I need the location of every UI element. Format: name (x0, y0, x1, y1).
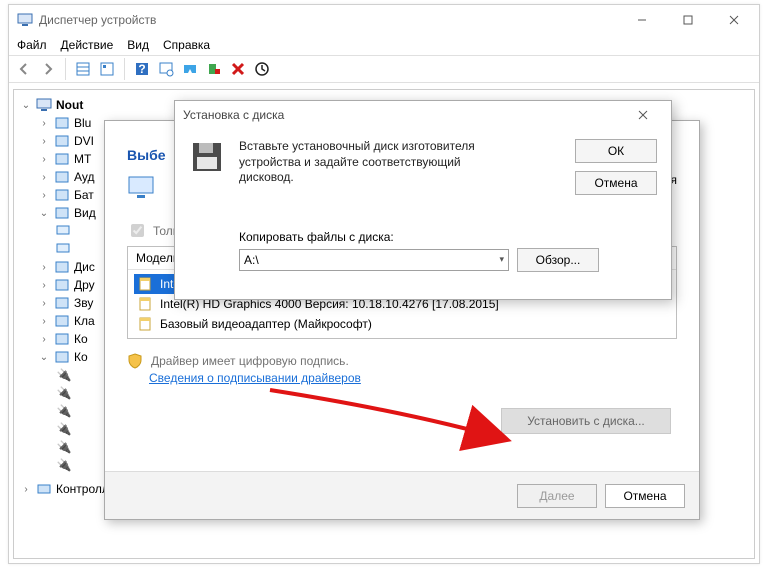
menubar: Файл Действие Вид Справка (9, 35, 759, 55)
delete-button[interactable] (227, 58, 249, 80)
usb-icon: 🔌 (56, 421, 72, 437)
device-category-icon (54, 277, 70, 293)
menu-action[interactable]: Действие (61, 35, 114, 55)
tree-node-label[interactable]: Дру (74, 278, 95, 292)
chevron-down-icon[interactable]: ⌄ (20, 100, 32, 111)
display-adapter-icon (56, 223, 72, 239)
path-combobox[interactable]: A:\ ▾ (239, 249, 509, 271)
copy-from-label: Копировать файлы с диска: (239, 230, 657, 244)
device-category-icon (54, 115, 70, 131)
toolbar: ? (9, 55, 759, 83)
usb-icon: 🔌 (56, 385, 72, 401)
chevron-icon[interactable]: › (38, 280, 50, 291)
cancel-button[interactable]: Отмена (575, 171, 657, 195)
chevron-right-icon[interactable]: › (20, 484, 32, 495)
driver-signing-link[interactable]: Сведения о подписывании драйверов (105, 371, 699, 385)
close-button[interactable] (623, 101, 663, 129)
tree-node-label[interactable]: Бат (74, 188, 94, 202)
root-node[interactable]: Nout (56, 98, 83, 112)
wizard-button-bar: Далее Отмена (105, 471, 699, 519)
minimize-button[interactable] (619, 6, 665, 34)
back-button[interactable] (13, 58, 35, 80)
chevron-down-icon[interactable]: ▾ (499, 254, 504, 265)
tree-node-label[interactable]: Зву (74, 296, 93, 310)
disk-dialog-title: Установка с диска (183, 108, 623, 122)
forward-button[interactable] (37, 58, 59, 80)
tree-node-label[interactable]: MT (74, 152, 91, 166)
tree-node-label[interactable]: Вид (74, 206, 96, 220)
titlebar: Диспетчер устройств (9, 5, 759, 35)
driver-file-icon (138, 276, 154, 292)
install-from-disk-dialog: Установка с диска Вставьте установочный … (174, 100, 672, 300)
device-category-icon (54, 295, 70, 311)
svg-text:?: ? (138, 62, 145, 76)
usb-icon: 🔌 (56, 403, 72, 419)
update-driver-button[interactable] (179, 58, 201, 80)
maximize-button[interactable] (665, 6, 711, 34)
next-button[interactable]: Далее (517, 484, 597, 508)
tree-node-label[interactable]: Blu (74, 116, 91, 130)
disk-dialog-titlebar: Установка с диска (175, 101, 671, 129)
device-category-icon (54, 169, 70, 185)
menu-file[interactable]: Файл (17, 35, 47, 55)
device-category-icon (54, 133, 70, 149)
close-button[interactable] (711, 6, 757, 34)
path-value: A:\ (244, 253, 259, 267)
browse-button[interactable]: Обзор... (517, 248, 599, 272)
details-button[interactable] (72, 58, 94, 80)
computer-icon (17, 12, 33, 28)
properties-button[interactable] (96, 58, 118, 80)
device-category-icon (54, 349, 70, 365)
floppy-icon (189, 139, 225, 186)
driver-file-icon (138, 316, 154, 332)
chevron-icon[interactable]: › (38, 118, 50, 129)
chevron-icon[interactable]: › (38, 172, 50, 183)
install-from-disk-button[interactable]: Установить с диска... (501, 408, 671, 434)
device-category-icon (54, 205, 70, 221)
ok-button[interactable]: ОК (575, 139, 657, 163)
disable-button[interactable] (251, 58, 273, 80)
shield-icon (127, 353, 143, 369)
tree-node-label[interactable]: Ауд (74, 170, 94, 184)
computer-icon (36, 97, 52, 113)
display-adapter-icon (56, 241, 72, 257)
uninstall-button[interactable] (203, 58, 225, 80)
device-category-icon (54, 151, 70, 167)
tree-node-label[interactable]: Ко (74, 350, 88, 364)
disk-dialog-message: Вставьте установочный диск изготовителя … (239, 139, 511, 186)
driver-signed-text: Драйвер имеет цифровую подпись. (151, 354, 349, 368)
chevron-icon[interactable]: › (38, 136, 50, 147)
window-title: Диспетчер устройств (39, 13, 156, 27)
help-button[interactable]: ? (131, 58, 153, 80)
chevron-icon[interactable]: ⌄ (38, 352, 50, 363)
device-category-icon (54, 331, 70, 347)
chevron-icon[interactable]: › (38, 190, 50, 201)
chevron-icon[interactable]: › (38, 316, 50, 327)
controller-icon (36, 481, 52, 497)
usb-icon: 🔌 (56, 367, 72, 383)
only-compatible-input[interactable] (131, 224, 144, 237)
menu-view[interactable]: Вид (127, 35, 149, 55)
driver-file-icon (138, 296, 154, 312)
display-icon (127, 173, 159, 205)
tree-node-label[interactable]: Ко (74, 332, 88, 346)
usb-icon: 🔌 (56, 439, 72, 455)
tree-node-label[interactable]: DVI (74, 134, 94, 148)
tree-node-label[interactable]: Кла (74, 314, 95, 328)
usb-icon: 🔌 (56, 457, 72, 473)
scan-hardware-button[interactable] (155, 58, 177, 80)
chevron-icon[interactable]: › (38, 298, 50, 309)
model-item[interactable]: Базовый видеоадаптер (Майкрософт) (134, 314, 670, 334)
cancel-button[interactable]: Отмена (605, 484, 685, 508)
tree-node-label[interactable]: Дис (74, 260, 95, 274)
device-category-icon (54, 259, 70, 275)
model-label: Базовый видеоадаптер (Майкрософт) (160, 317, 372, 331)
menu-help[interactable]: Справка (163, 35, 210, 55)
chevron-icon[interactable]: ⌄ (38, 208, 50, 219)
chevron-icon[interactable]: › (38, 154, 50, 165)
device-category-icon (54, 313, 70, 329)
device-category-icon (54, 187, 70, 203)
chevron-icon[interactable]: › (38, 262, 50, 273)
chevron-icon[interactable]: › (38, 334, 50, 345)
